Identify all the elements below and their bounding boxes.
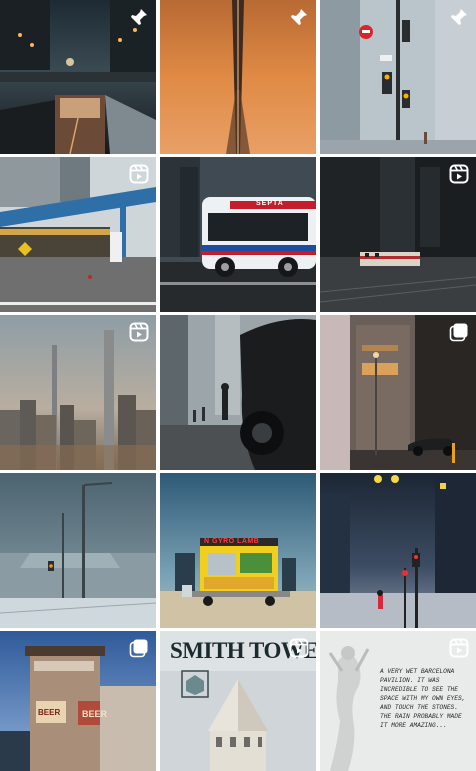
- reel-icon: [449, 638, 469, 658]
- grid-tile-smith-tower[interactable]: SMITH TOWER: [160, 631, 316, 771]
- grid-tile-barcelona-note[interactable]: A VERY WET BARCELONA PAVILION. IT WAS IN…: [320, 631, 476, 771]
- carousel-icon: [449, 322, 469, 342]
- grid-tile-foggy-traffic-lights[interactable]: [320, 0, 476, 154]
- photo-foggy-street-car: [160, 315, 316, 470]
- grid-tile-museum-fog[interactable]: [0, 473, 156, 628]
- photo-museum-fog: [0, 473, 156, 628]
- pin-icon: [449, 7, 469, 27]
- grid-tile-gyro-cart[interactable]: N GYRO LAMB: [160, 473, 316, 628]
- photo-grid: SEPTA N GYRO LAMB BEER BEER SMITH TOWE A…: [0, 0, 476, 771]
- pin-icon: [129, 7, 149, 27]
- photo-rainy-night-crosswalk: [320, 473, 476, 628]
- photo-gyro-cart: [160, 473, 316, 628]
- grid-tile-rainy-night-crosswalk[interactable]: [320, 473, 476, 628]
- pin-icon: [289, 7, 309, 27]
- building-sign-text: BEER: [38, 708, 61, 717]
- cart-sign-text: N GYRO LAMB: [204, 538, 260, 545]
- carousel-icon: [129, 638, 149, 658]
- grid-tile-foggy-street-car[interactable]: [160, 315, 316, 470]
- reel-icon: [129, 322, 149, 342]
- bus-destination-label: SEPTA: [256, 200, 284, 207]
- photo-septa-bus: [160, 157, 316, 312]
- grid-tile-sunset-highway[interactable]: [160, 0, 316, 154]
- grid-tile-building-streetlight[interactable]: [320, 315, 476, 470]
- reel-icon: [129, 164, 149, 184]
- reel-icon: [449, 164, 469, 184]
- handwritten-note-text: A VERY WET BARCELONA PAVILION. IT WAS IN…: [380, 668, 466, 729]
- grid-tile-city-night-train[interactable]: [0, 0, 156, 154]
- grid-tile-septa-bus[interactable]: SEPTA: [160, 157, 316, 312]
- grid-tile-skyline-dusk[interactable]: [0, 315, 156, 470]
- reel-icon: [289, 638, 309, 658]
- grid-tile-beer-sign-building[interactable]: BEER BEER: [0, 631, 156, 771]
- grid-tile-elevated-track[interactable]: [0, 157, 156, 312]
- grid-tile-dark-city-train[interactable]: [320, 157, 476, 312]
- beer-sign-text: BEER: [82, 709, 108, 719]
